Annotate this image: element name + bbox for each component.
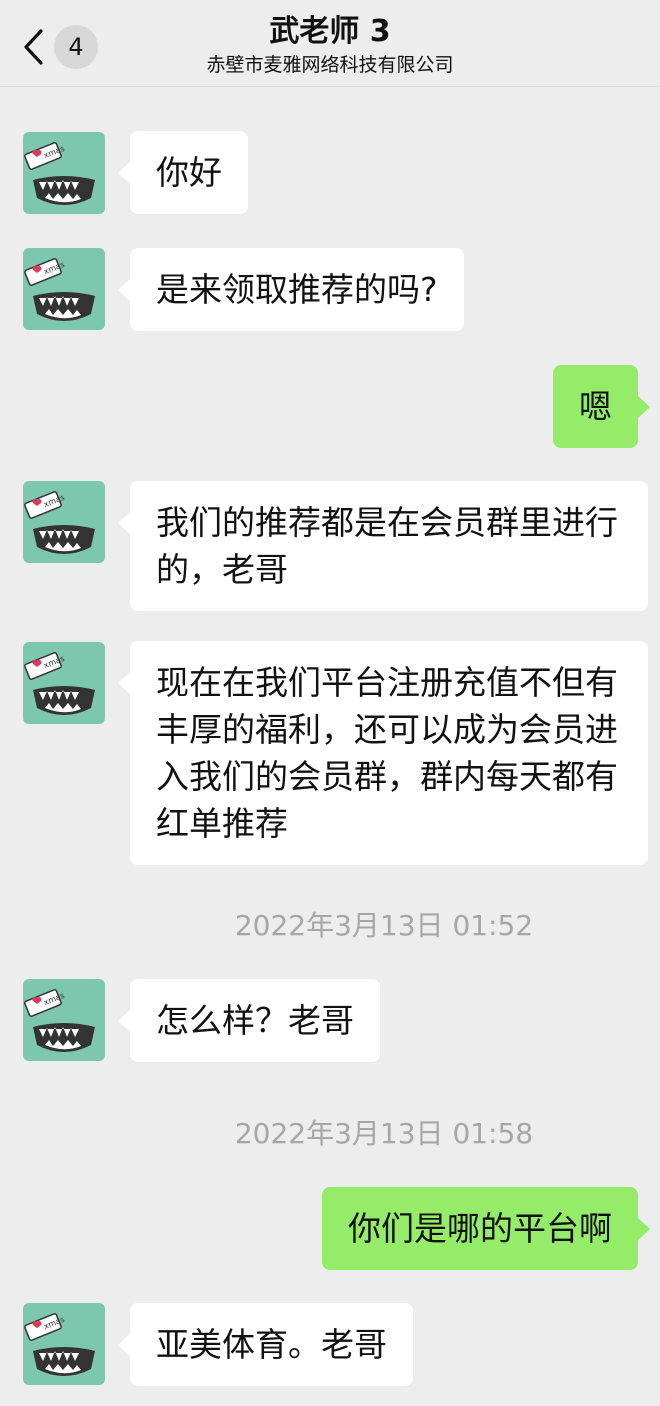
chat-title-block[interactable]: 武老师 3 赤壁市麦雅网络科技有限公司 xyxy=(150,12,510,78)
chevron-left-icon xyxy=(22,28,44,66)
contact-avatar[interactable]: xmas xyxy=(23,248,105,330)
message-bubble-incoming[interactable]: 你好 xyxy=(118,131,248,214)
message-bubble-outgoing[interactable]: 嗯 xyxy=(553,365,650,448)
timestamp: 2022年3月13日 01:52 xyxy=(234,909,534,942)
message-bubble-incoming[interactable]: 现在在我们平台注册充值不但有丰厚的福利，还可以成为会员进入我们的会员群，群内每天… xyxy=(118,641,648,865)
contact-avatar[interactable]: xmas xyxy=(23,132,105,214)
contact-name: 武老师 3 xyxy=(269,14,391,49)
message-bubble-outgoing[interactable]: 你们是哪的平台啊 xyxy=(322,1187,650,1270)
back-button[interactable]: 4 xyxy=(22,20,122,74)
contact-avatar[interactable]: xmas xyxy=(23,1303,105,1385)
contact-company: 赤壁市麦雅网络科技有限公司 xyxy=(206,54,454,76)
message-bubble-incoming[interactable]: 是来领取推荐的吗? xyxy=(118,248,464,331)
timestamp: 2022年3月13日 01:58 xyxy=(234,1117,534,1150)
contact-avatar[interactable]: xmas xyxy=(23,979,105,1061)
unread-count-badge: 4 xyxy=(54,25,98,69)
chat-header: 4 武老师 3 赤壁市麦雅网络科技有限公司 xyxy=(0,0,660,87)
message-bubble-incoming[interactable]: 亚美体育。老哥 xyxy=(118,1303,413,1386)
message-bubble-incoming[interactable]: 怎么样？老哥 xyxy=(118,979,380,1062)
contact-avatar[interactable]: xmas xyxy=(23,481,105,563)
message-bubble-incoming[interactable]: 我们的推荐都是在会员群里进行的，老哥 xyxy=(118,481,648,611)
contact-avatar[interactable]: xmas xyxy=(23,642,105,724)
